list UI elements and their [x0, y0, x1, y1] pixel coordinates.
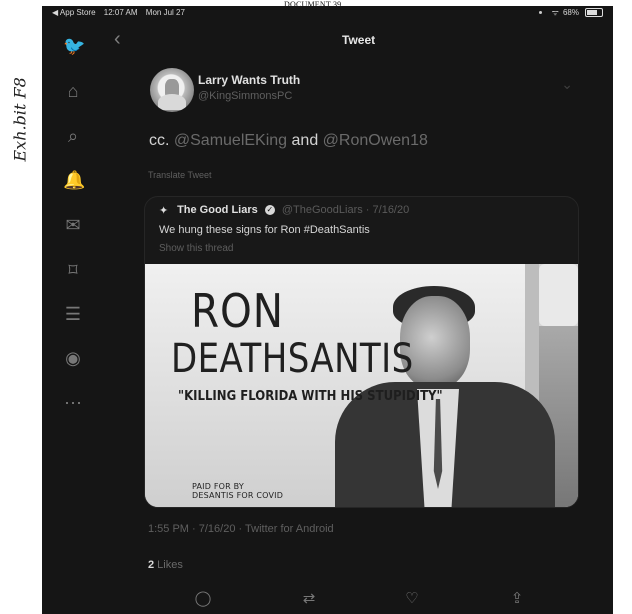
profile-icon[interactable]: ◉ [63, 348, 83, 368]
notifications-icon[interactable]: 🔔 [63, 170, 85, 190]
tweet-timestamp: 1:55 PM · 7/16/20 · Twitter for Android [148, 523, 334, 535]
quoted-author-avatar-icon: ✦ [159, 205, 169, 217]
exhibit-label-text: Exh.bit F8 [10, 77, 30, 162]
paid-for-line-2: DESANTIS FOR COVID [192, 491, 284, 500]
status-left: ◀ App Store 12:07 AM Mon Jul 27 [52, 8, 191, 17]
quoted-author-name[interactable]: The Good Liars [177, 204, 258, 216]
document-page: DOCUMENT 39 Exh.bit F8 ◀ App Store 12:07… [0, 0, 632, 614]
reply-icon[interactable]: ◯ [194, 590, 212, 608]
author-name[interactable]: Larry Wants Truth [198, 73, 300, 87]
lists-icon[interactable]: ☰ [63, 304, 83, 324]
sign-title-line-2: DEATHSANTIS [171, 336, 414, 382]
quoted-tweet-text: We hung these signs for Ron #DeathSantis [159, 224, 370, 236]
status-dot-icon [538, 11, 542, 14]
status-date: Mon Jul 27 [145, 8, 185, 17]
sign-slogan: "KILLING FLORIDA WITH HIS STUPIDITY" [178, 389, 443, 404]
messages-icon[interactable]: ✉ [63, 215, 83, 235]
like-icon[interactable]: ♡ [403, 590, 421, 608]
avatar[interactable] [150, 68, 194, 112]
back-to-app-store[interactable]: ◀ App Store [52, 8, 96, 17]
page-title: Tweet [342, 33, 376, 47]
more-icon[interactable]: ⋯ [63, 393, 83, 413]
likes-count[interactable]: 2 Likes [148, 559, 183, 571]
tweet-text-prefix: cc. [149, 132, 174, 149]
mention-samuel[interactable]: @SamuelEKing [174, 132, 287, 149]
left-sidebar: 🐦 ⌂ ⌕ 🔔 ✉ ⌑ ☰ ◉ ⋯ [42, 20, 104, 614]
exhibit-label: Exh.bit F8 [4, 40, 30, 162]
quoted-author-handle[interactable]: @TheGoodLiars [282, 204, 363, 216]
share-icon[interactable]: ⇪ [508, 590, 526, 608]
author-handle[interactable]: @KingSimmonsPC [198, 90, 292, 102]
sign-title-line-1: RON [191, 284, 284, 338]
likes-label: Likes [154, 559, 183, 571]
paid-for-line-1: PAID FOR BY [192, 482, 244, 491]
tweet-text: cc. @SamuelEKing and @RonOwen18 [149, 132, 428, 150]
quoted-tweet-header: ✦ The Good Liars ✓ @TheGoodLiars · 7/16/… [159, 204, 410, 217]
bookmarks-icon[interactable]: ⌑ [63, 260, 83, 280]
tweet-text-middle: and [287, 132, 323, 149]
translate-tweet-link[interactable]: Translate Tweet [148, 170, 212, 180]
battery-icon [585, 8, 603, 17]
verified-badge-icon: ✓ [264, 205, 275, 215]
status-right: ᯤ 68% [538, 7, 603, 18]
twitter-icon[interactable]: 🐦 [63, 36, 85, 56]
retweet-icon[interactable]: ⇄ [300, 590, 318, 608]
status-bar: ◀ App Store 12:07 AM Mon Jul 27 ᯤ 68% [42, 6, 613, 20]
tweet-more-button[interactable]: ⌄ [561, 76, 573, 93]
search-icon[interactable]: ⌕ [63, 126, 83, 146]
back-button[interactable]: ‹ [114, 29, 121, 49]
quoted-tweet-card[interactable]: ✦ The Good Liars ✓ @TheGoodLiars · 7/16/… [144, 196, 579, 508]
show-thread-link[interactable]: Show this thread [159, 243, 234, 254]
car-image-detail [539, 264, 578, 326]
battery-percent: 68% [562, 8, 579, 17]
wifi-icon: ᯤ [551, 8, 559, 17]
status-time: 12:07 AM [103, 8, 138, 17]
twitter-app-screen: ◀ App Store 12:07 AM Mon Jul 27 ᯤ 68% 🐦 … [42, 6, 613, 614]
quoted-date: · 7/16/20 [362, 204, 410, 216]
sign-paid-for: PAID FOR BY DESANTIS FOR COVID [192, 482, 283, 500]
mention-ron[interactable]: @RonOwen18 [323, 132, 428, 149]
home-icon[interactable]: ⌂ [63, 81, 83, 101]
quoted-tweet-image[interactable]: RON DEATHSANTIS "KILLING FLORIDA WITH HI… [145, 264, 578, 507]
